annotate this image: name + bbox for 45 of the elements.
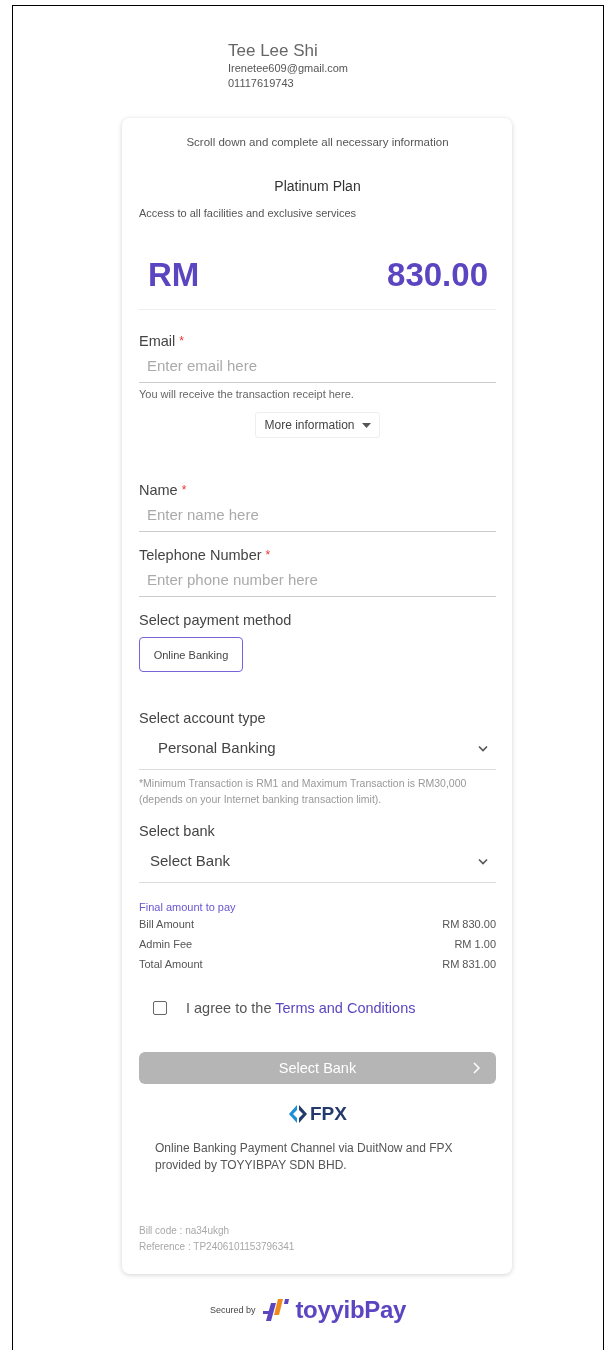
plan-description: Access to all facilities and exclusive services — [139, 207, 358, 220]
agreement-text: I agree to the Terms and Conditions — [186, 1000, 416, 1016]
chevron-down-icon — [478, 744, 488, 752]
input-field[interactable]: Enter phone number here — [139, 564, 496, 597]
fpx-logo-text: FPX — [310, 1103, 347, 1125]
summary-value: RM 1.00 — [454, 937, 496, 952]
summary-label: Bill Amount — [139, 917, 195, 932]
chevron-down-icon — [478, 857, 488, 865]
chevron-right-icon — [473, 1062, 480, 1074]
summary-value: RM 831.00 — [442, 957, 496, 972]
terms-link[interactable]: Terms and Conditions — [275, 1000, 416, 1016]
field-label: Email * — [139, 332, 185, 350]
field-label: Name * — [139, 481, 188, 499]
customer-email: Irenetee609@gmail.com — [228, 61, 349, 76]
instruction-text: Scroll down and complete all necessary information — [185, 135, 450, 149]
input-field[interactable]: Enter name here — [139, 499, 496, 532]
bill-code: Bill code : na34ukgh — [139, 1224, 231, 1238]
field-label: Telephone Number * — [139, 546, 272, 564]
transaction-note: *Minimum Transaction is RM1 and Maximum Transaction is RM30,000 (depends on your Internet banking transaction limit). — [139, 776, 468, 807]
agree-checkbox[interactable] — [153, 1001, 167, 1015]
section-label: Select account type — [139, 709, 267, 727]
toyyibpay-logo-icon — [263, 1297, 290, 1323]
payment-option[interactable]: Online Banking — [139, 637, 243, 672]
bank-select[interactable]: Select Bank — [139, 840, 496, 883]
customer-phone: 01117619743 — [228, 76, 295, 91]
fpx-logo-icon — [288, 1104, 308, 1124]
customer-name: Tee Lee Shi — [228, 41, 319, 61]
account-type-select[interactable]: Personal Banking — [139, 727, 496, 770]
summary-label: Total Amount — [139, 957, 203, 972]
input-field[interactable]: Enter email here — [139, 350, 496, 383]
reference-number: Reference : TP2406101153796341 — [139, 1240, 296, 1254]
currency-label: RM — [148, 257, 200, 293]
summary-value: RM 830.00 — [442, 917, 496, 932]
field-hint: You will receive the transaction receipt here. — [139, 388, 355, 401]
section-label: Select bank — [139, 822, 216, 840]
toyyibpay-logo-text: toyyibPay — [295, 1296, 407, 1324]
caret-icon — [361, 422, 371, 428]
section-label: Select payment method — [139, 611, 293, 629]
summary-title: Final amount to pay — [139, 900, 237, 914]
summary-label: Admin Fee — [139, 937, 193, 952]
plan-title: Platinum Plan — [273, 178, 362, 194]
secured-by-label: Secured by — [209, 1305, 256, 1315]
provider-description: Online Banking Payment Channel via DuitNow and FPX provided by TOYYIBPAY SDN BHD. — [155, 1140, 454, 1174]
more-information-button[interactable]: More information — [255, 412, 380, 438]
price-amount: 830.00 — [387, 257, 488, 293]
